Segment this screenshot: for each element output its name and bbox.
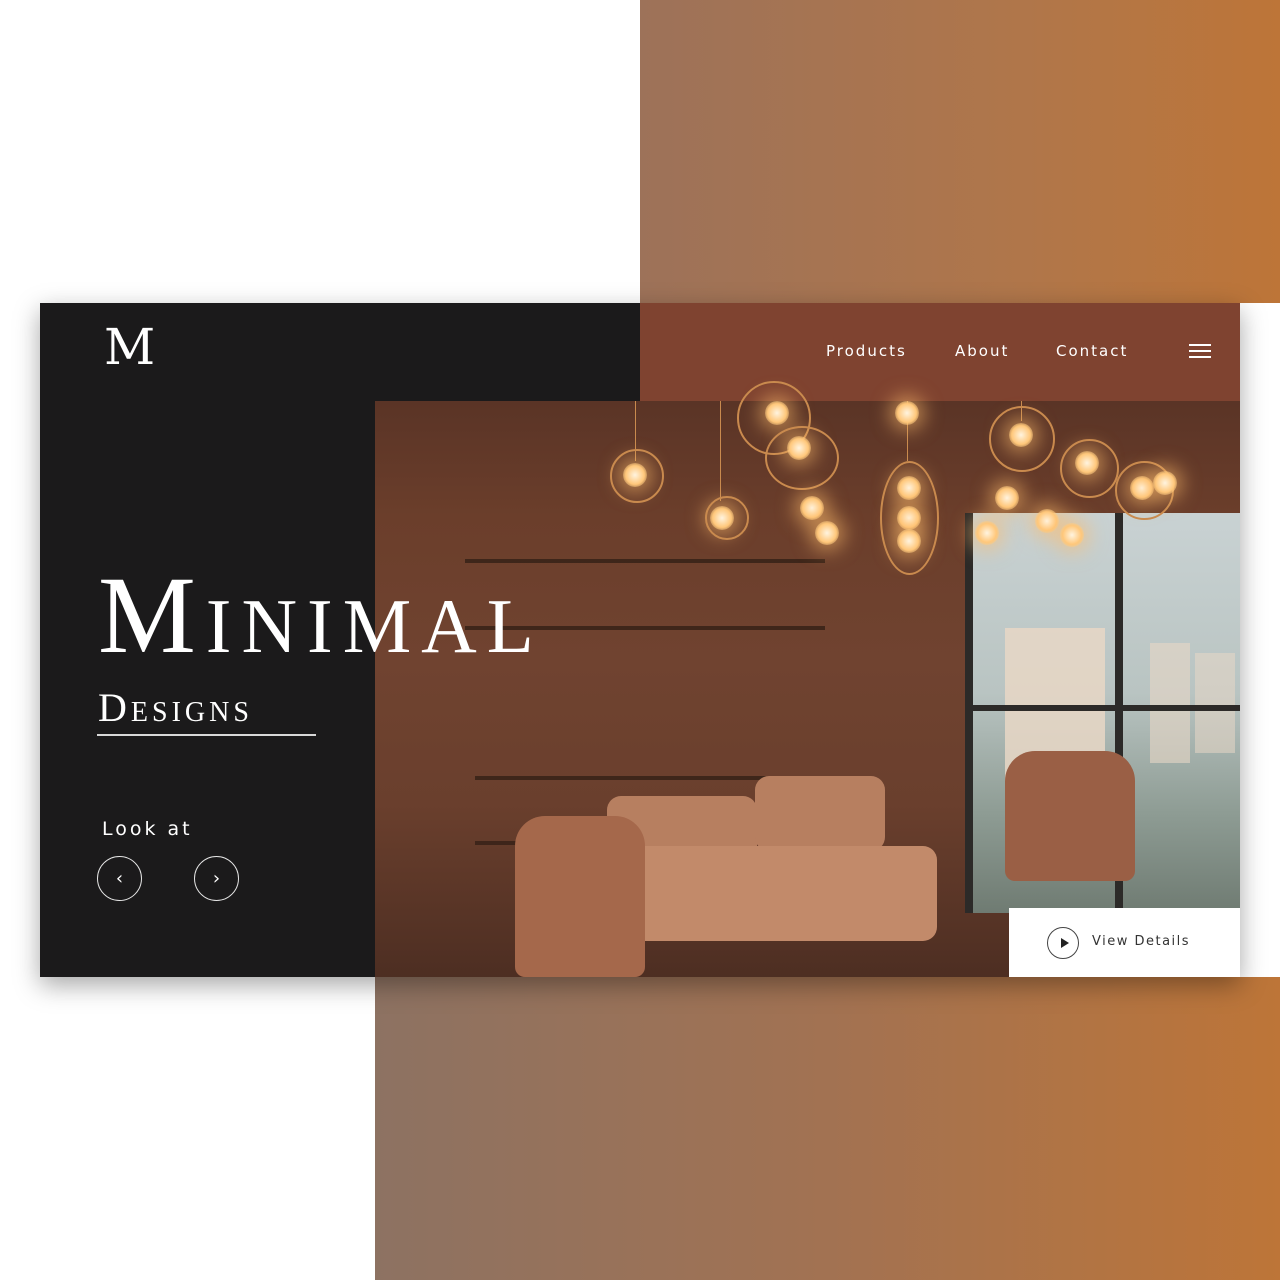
lamp-ring xyxy=(610,449,664,503)
lamp-bulb xyxy=(975,521,999,545)
chevron-left-icon: ‹ xyxy=(115,867,124,889)
window-frame xyxy=(965,705,1240,711)
background-gradient-bottom xyxy=(375,977,1280,1280)
play-icon xyxy=(1047,927,1079,959)
hero-title: Minimal xyxy=(98,554,544,676)
view-details-button[interactable]: View Details xyxy=(1009,908,1240,977)
nav-products[interactable]: Products xyxy=(826,342,907,360)
lamp-wire xyxy=(720,401,721,501)
lamp-ring xyxy=(989,406,1055,472)
background-gradient-top xyxy=(640,0,1280,303)
nav-contact[interactable]: Contact xyxy=(1056,342,1128,360)
lamp-bulb xyxy=(995,486,1019,510)
sofa-back xyxy=(755,776,885,851)
view-details-label: View Details xyxy=(1092,934,1191,949)
header-bar xyxy=(640,303,1240,401)
lamp-ring xyxy=(705,496,749,540)
prev-button[interactable]: ‹ xyxy=(97,856,142,901)
lamp-bulb xyxy=(815,521,839,545)
sofa-seat xyxy=(607,846,937,941)
building-shape xyxy=(1195,653,1235,753)
chevron-right-icon: › xyxy=(212,867,221,889)
lamp-bulb xyxy=(895,401,919,425)
next-button[interactable]: › xyxy=(194,856,239,901)
hamburger-icon[interactable] xyxy=(1189,344,1211,358)
lamp-bulb xyxy=(1060,523,1084,547)
armchair xyxy=(1005,751,1135,881)
nav-about[interactable]: About xyxy=(955,342,1009,360)
brand-logo[interactable]: M xyxy=(104,322,156,372)
armchair xyxy=(515,816,645,977)
interior-photo xyxy=(375,381,1240,977)
subtitle-underline xyxy=(97,734,316,736)
lamp-bulb xyxy=(1035,509,1059,533)
lamp-bulb xyxy=(1153,471,1177,495)
hero-subtitle: Designs xyxy=(98,685,253,730)
lamp-ring xyxy=(880,461,939,575)
building-shape xyxy=(1150,643,1190,763)
lamp-ring xyxy=(1060,439,1119,498)
lamp-bulb xyxy=(800,496,824,520)
lamp-ring xyxy=(765,426,839,490)
window-frame xyxy=(965,513,973,913)
look-at-label: Look at xyxy=(102,818,193,840)
